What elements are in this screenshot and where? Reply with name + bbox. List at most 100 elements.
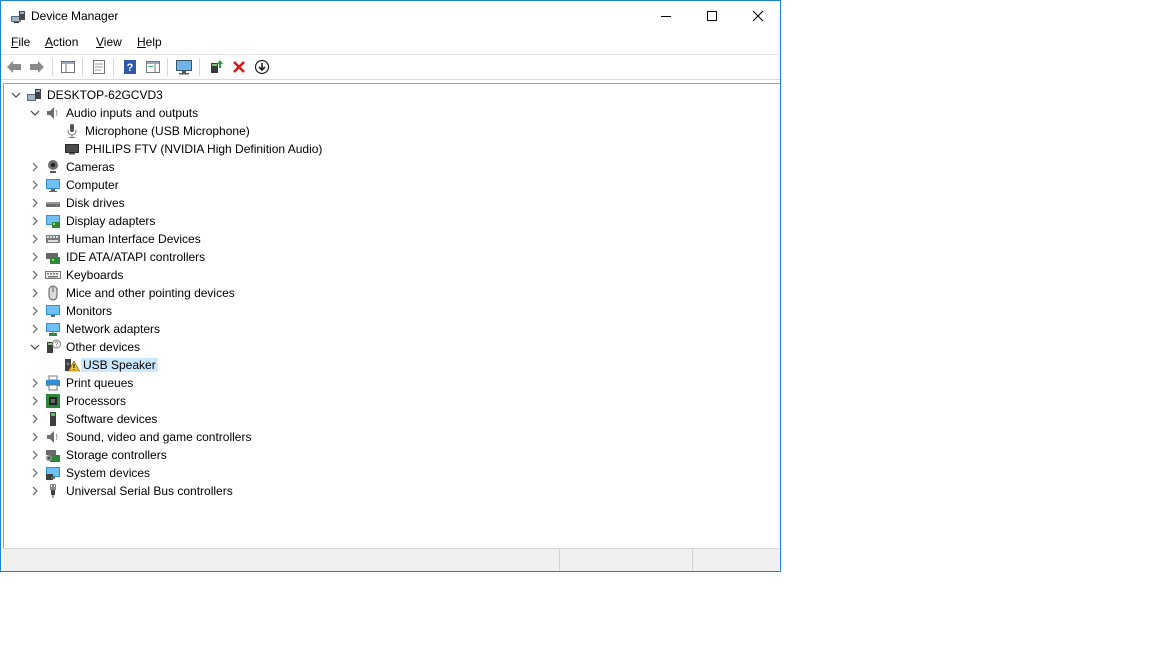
tree-item-label: PHILIPS FTV (NVIDIA High Definition Audi… bbox=[85, 142, 323, 156]
device-tree[interactable]: DESKTOP-62GCVD3 Audio inputs and outputs… bbox=[3, 83, 780, 548]
camera-icon bbox=[48, 160, 58, 173]
tree-item-label: Network adapters bbox=[66, 322, 161, 336]
tree-item-human-interface-devices[interactable]: Human Interface Devices bbox=[4, 230, 780, 248]
chevron-down-icon[interactable] bbox=[10, 89, 22, 101]
storage-controller-icon bbox=[46, 450, 60, 462]
keyboard-icon bbox=[45, 271, 61, 279]
tree-item-label: IDE ATA/ATAPI controllers bbox=[66, 250, 206, 264]
chevron-right-icon[interactable] bbox=[29, 251, 41, 263]
tree-item-microphone[interactable]: Microphone (USB Microphone) bbox=[4, 122, 780, 140]
tree-item-software-devices[interactable]: Software devices bbox=[4, 410, 780, 428]
tree-item-label: Audio inputs and outputs bbox=[66, 106, 199, 120]
back-button[interactable] bbox=[5, 58, 23, 76]
tree-item-philips-ftv[interactable]: PHILIPS FTV (NVIDIA High Definition Audi… bbox=[4, 140, 780, 158]
chevron-right-icon[interactable] bbox=[29, 197, 41, 209]
tree-item-mice-pointing-devices[interactable]: Mice and other pointing devices bbox=[4, 284, 780, 302]
processor-icon bbox=[46, 394, 60, 408]
chevron-right-icon[interactable] bbox=[29, 179, 41, 191]
tree-item-processors[interactable]: Processors bbox=[4, 392, 780, 410]
tree-item-usb-speaker[interactable]: USB Speaker bbox=[4, 356, 780, 374]
tree-item-label: Mice and other pointing devices bbox=[66, 286, 235, 300]
menu-view[interactable]: View bbox=[96, 35, 122, 49]
properties-button[interactable] bbox=[90, 58, 108, 76]
tree-item-network-adapters[interactable]: Network adapters bbox=[4, 320, 780, 338]
uninstall-device-button[interactable] bbox=[230, 58, 248, 76]
chevron-down-icon[interactable] bbox=[29, 107, 41, 119]
help-book-icon: ? bbox=[124, 60, 136, 74]
tree-item-storage-controllers[interactable]: Storage controllers bbox=[4, 446, 780, 464]
mouse-icon bbox=[48, 285, 58, 301]
forward-arrow-icon bbox=[30, 61, 44, 73]
tree-item-disk-drives[interactable]: Disk drives bbox=[4, 194, 780, 212]
chevron-right-icon[interactable] bbox=[29, 431, 41, 443]
microphone-icon bbox=[67, 124, 77, 138]
tree-item-usb-controllers[interactable]: Universal Serial Bus controllers bbox=[4, 482, 780, 500]
chevron-right-icon[interactable] bbox=[29, 413, 41, 425]
menu-bar: File Action View Help bbox=[1, 31, 780, 53]
download-circle-icon bbox=[254, 59, 270, 75]
sound-controller-icon bbox=[47, 431, 58, 443]
chevron-right-icon[interactable] bbox=[29, 305, 41, 317]
software-device-icon bbox=[50, 412, 56, 426]
tree-item-computer[interactable]: Computer bbox=[4, 176, 780, 194]
scan-hardware-button[interactable] bbox=[175, 58, 193, 76]
close-button[interactable] bbox=[735, 1, 781, 31]
tree-root-label: DESKTOP-62GCVD3 bbox=[47, 88, 163, 102]
tree-item-print-queues[interactable]: Print queues bbox=[4, 374, 780, 392]
monitor-icon bbox=[46, 305, 60, 317]
tree-item-cameras[interactable]: Cameras bbox=[4, 158, 780, 176]
device-manager-window: Device Manager File Action View Help ? D… bbox=[0, 0, 781, 572]
title-bar[interactable]: Device Manager bbox=[1, 1, 780, 31]
disable-device-button[interactable] bbox=[253, 58, 271, 76]
chevron-right-icon[interactable] bbox=[29, 323, 41, 335]
menu-action[interactable]: Action bbox=[45, 35, 78, 49]
chevron-right-icon[interactable] bbox=[29, 377, 41, 389]
tree-item-system-devices[interactable]: System devices bbox=[4, 464, 780, 482]
chevron-down-icon[interactable] bbox=[29, 341, 41, 353]
maximize-button[interactable] bbox=[689, 1, 735, 31]
chevron-right-icon[interactable] bbox=[29, 287, 41, 299]
show-hide-tree-button[interactable] bbox=[59, 58, 77, 76]
chevron-right-icon[interactable] bbox=[29, 269, 41, 281]
tree-item-audio-inputs-outputs[interactable]: Audio inputs and outputs bbox=[4, 104, 780, 122]
tree-item-monitors[interactable]: Monitors bbox=[4, 302, 780, 320]
tree-item-label: Display adapters bbox=[66, 214, 156, 228]
computer-root-icon bbox=[27, 89, 41, 101]
chevron-right-icon[interactable] bbox=[29, 215, 41, 227]
tree-item-display-adapters[interactable]: Display adapters bbox=[4, 212, 780, 230]
update-driver-button[interactable] bbox=[207, 58, 225, 76]
properties-icon bbox=[93, 60, 105, 74]
ide-controller-icon bbox=[46, 253, 60, 264]
warning-device-icon bbox=[65, 359, 80, 372]
computer-icon bbox=[46, 179, 60, 192]
menu-help[interactable]: Help bbox=[137, 35, 162, 49]
menu-file[interactable]: File bbox=[11, 35, 30, 49]
help-button[interactable]: ? bbox=[121, 58, 139, 76]
chevron-right-icon[interactable] bbox=[29, 449, 41, 461]
chevron-right-icon[interactable] bbox=[29, 395, 41, 407]
forward-button[interactable] bbox=[28, 58, 46, 76]
chevron-right-icon[interactable] bbox=[29, 161, 41, 173]
tree-item-keyboards[interactable]: Keyboards bbox=[4, 266, 780, 284]
menu-action-label: ction bbox=[53, 35, 79, 49]
tree-item-ide-ata-atapi-controllers[interactable]: IDE ATA/ATAPI controllers bbox=[4, 248, 780, 266]
back-arrow-icon bbox=[7, 61, 21, 73]
menu-view-label: iew bbox=[103, 35, 122, 49]
tree-item-sound-video-game-controllers[interactable]: Sound, video and game controllers bbox=[4, 428, 780, 446]
tree-item-other-devices[interactable]: ? Other devices bbox=[4, 338, 780, 356]
maximize-icon bbox=[707, 11, 717, 21]
minimize-button[interactable] bbox=[643, 1, 689, 31]
tree-item-label: Cameras bbox=[66, 160, 115, 174]
tree-item-label: Disk drives bbox=[66, 196, 125, 210]
red-x-icon bbox=[233, 61, 245, 73]
chevron-right-icon[interactable] bbox=[29, 485, 41, 497]
chevron-right-icon[interactable] bbox=[29, 233, 41, 245]
action-pane-button[interactable] bbox=[144, 58, 162, 76]
close-icon bbox=[752, 10, 764, 22]
tree-item-label: Keyboards bbox=[66, 268, 124, 282]
tree-item-label: Other devices bbox=[66, 340, 141, 354]
chevron-right-icon[interactable] bbox=[29, 467, 41, 479]
tree-root[interactable]: DESKTOP-62GCVD3 bbox=[4, 86, 780, 104]
console-tree-icon bbox=[61, 61, 75, 73]
minimize-icon bbox=[661, 16, 671, 17]
